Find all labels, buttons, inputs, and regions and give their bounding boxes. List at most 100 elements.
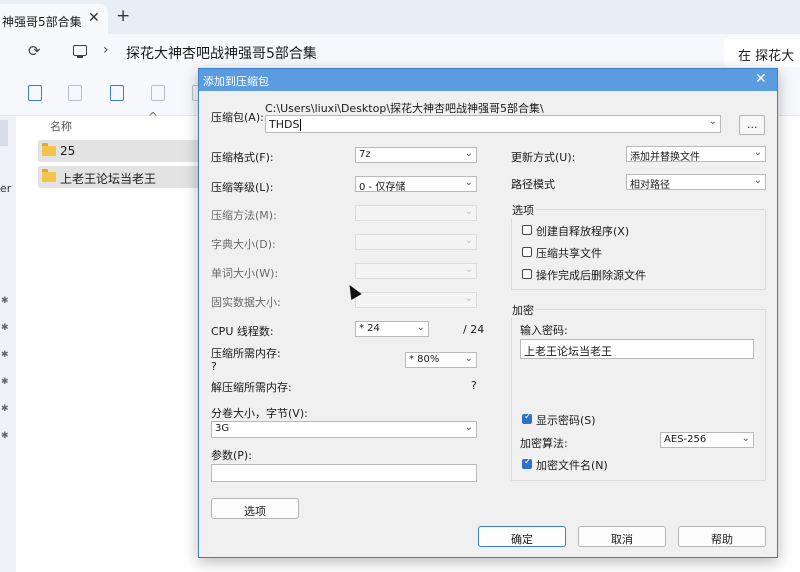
encryption-group: 加密 输入密码: 上老王论坛当老王 显示密码(S) 加密算法: AES-256 … [510,302,766,481]
memory-decompress-label: 解压缩所需内存: [211,381,292,394]
word-size-label: 单词大小(W): [211,267,279,280]
memory-usage-value: * 80% [409,354,440,365]
options-group-title: 选项 [510,202,536,218]
cancel-button[interactable]: 取消 [578,526,666,547]
chevron-down-icon: ⌄ [464,235,473,246]
this-pc-icon[interactable] [73,45,87,58]
options-button[interactable]: 选项 [211,498,299,519]
options-group: 选项 创建自释放程序(X) 压缩共享文件 操作完成后删除源文件 [510,202,766,290]
chevron-down-icon: ⌄ [464,177,473,188]
method-select[interactable]: ⌄ [355,205,477,221]
password-value: 上老王论坛当老王 [524,345,612,358]
copy-icon[interactable] [28,85,42,101]
update-mode-label: 更新方式(U): [511,151,576,164]
list-item[interactable]: 25 [38,140,202,162]
dictionary-label: 字典大小(D): [211,238,276,251]
threads-value: * 24 [359,323,380,334]
show-password-label[interactable]: 显示密码(S) [536,412,596,428]
file-name: 上老王论坛当老王 [60,172,157,186]
tab-current-folder[interactable]: 神强哥5部合集 ✕ [0,4,108,34]
help-button-label: 帮助 [711,533,733,546]
shared-files-checkbox[interactable] [522,247,532,257]
tab-title: 神强哥5部合集 [2,15,82,29]
format-label: 压缩格式(F): [211,151,274,164]
sort-caret-icon[interactable]: ^ [148,110,158,124]
refresh-icon[interactable]: ⟳ [28,42,41,60]
update-mode-select[interactable]: 添加并替换文件 ⌄ [626,146,766,163]
threads-max: / 24 [463,323,485,336]
encrypt-names-checkbox[interactable] [522,457,532,469]
close-icon[interactable]: ✕ [755,71,767,87]
parameters-input[interactable] [211,464,477,482]
shared-files-label[interactable]: 压缩共享文件 [536,245,602,261]
encryption-method-select[interactable]: AES-256 ⌄ [660,432,754,448]
level-select[interactable]: 0 - 仅存储 ⌄ [355,176,477,193]
rename-icon[interactable] [110,85,124,101]
chevron-right-icon[interactable]: › [303,42,309,58]
chevron-down-icon[interactable]: ⌄ [709,116,717,127]
help-button[interactable]: 帮助 [678,526,766,547]
browse-button[interactable]: ... [739,115,765,135]
chevron-down-icon: ⌄ [464,422,473,433]
password-input[interactable]: 上老王论坛当老王 [520,339,754,359]
pin-icon: ✱ [1,377,9,387]
password-label: 输入密码: [520,324,568,337]
pin-icon: ✱ [1,296,9,306]
file-name: 25 [60,144,76,158]
search-placeholder: 在 探花大 [738,49,795,64]
encryption-method-label: 加密算法: [520,437,568,450]
format-select[interactable]: 7z ⌄ [355,147,477,163]
options-button-label: 选项 [244,505,266,518]
chevron-down-icon: ⌄ [753,175,762,186]
solid-block-select[interactable]: ⌄ [355,292,477,308]
add-to-archive-dialog: 添加到压缩包 ✕ 压缩包(A): C:\Users\liuxi\Desktop\… [198,68,778,558]
nav-item-label[interactable]: er [0,182,11,195]
path-mode-value: 相对路径 [630,180,670,191]
new-tab-icon[interactable]: + [116,6,130,26]
encryption-method-value: AES-256 [664,434,707,445]
chevron-down-icon: ⌄ [741,433,750,444]
archive-name-input[interactable]: THDS ⌄ [265,115,721,133]
chevron-down-icon: ⌄ [464,148,473,159]
ok-button[interactable]: 确定 [478,526,566,547]
delete-source-checkbox[interactable] [522,269,532,279]
delete-source-label[interactable]: 操作完成后删除源文件 [536,267,646,283]
dictionary-select[interactable]: ⌄ [355,234,477,250]
list-item[interactable]: 上老王论坛当老王 [38,166,202,188]
address-bar: ⟳ › 探花大神杏吧战神强哥5部合集 › 在 探花大 [0,34,800,72]
dialog-title-bar[interactable]: 添加到压缩包 ✕ [199,69,777,91]
tab-strip: 神强哥5部合集 ✕ + [0,0,800,34]
level-label: 压缩等级(L): [211,181,274,194]
pin-icon: ✱ [1,323,9,333]
word-size-select[interactable]: ⌄ [355,263,477,279]
chevron-down-icon: ⌄ [753,147,762,158]
column-header-name[interactable]: 名称 [50,118,72,134]
share-icon[interactable] [151,85,165,101]
parameters-label: 参数(P): [211,449,252,462]
sfx-label[interactable]: 创建自释放程序(X) [536,223,629,239]
pin-icon: ✱ [1,404,9,414]
show-password-checkbox[interactable] [522,412,532,424]
chevron-down-icon: ⌄ [416,322,425,333]
folder-icon [42,143,56,156]
chevron-down-icon: ⌄ [464,293,473,304]
threads-label: CPU 线程数: [211,325,274,338]
folder-icon [42,169,56,182]
memory-usage-select[interactable]: * 80% ⌄ [405,352,477,368]
volume-size-value: 3G [215,423,230,434]
path-mode-select[interactable]: 相对路径 ⌄ [626,174,766,191]
nav-selected-item[interactable] [0,120,8,146]
path-mode-label: 路径模式 [511,178,555,191]
chevron-right-icon[interactable]: › [103,42,109,58]
breadcrumb-folder[interactable]: 探花大神杏吧战神强哥5部合集 [126,43,317,63]
paste-icon[interactable] [68,85,82,101]
volume-label: 分卷大小，字节(V): [211,407,308,420]
encrypt-names-label[interactable]: 加密文件名(N) [536,457,608,473]
tab-close-icon[interactable]: ✕ [88,10,100,26]
pin-icon: ✱ [1,350,9,360]
format-value: 7z [359,149,371,160]
sfx-checkbox[interactable] [522,225,532,235]
search-input[interactable]: 在 探花大 [724,39,800,67]
volume-size-input[interactable]: 3G ⌄ [211,421,477,438]
threads-select[interactable]: * 24 ⌄ [355,321,429,337]
